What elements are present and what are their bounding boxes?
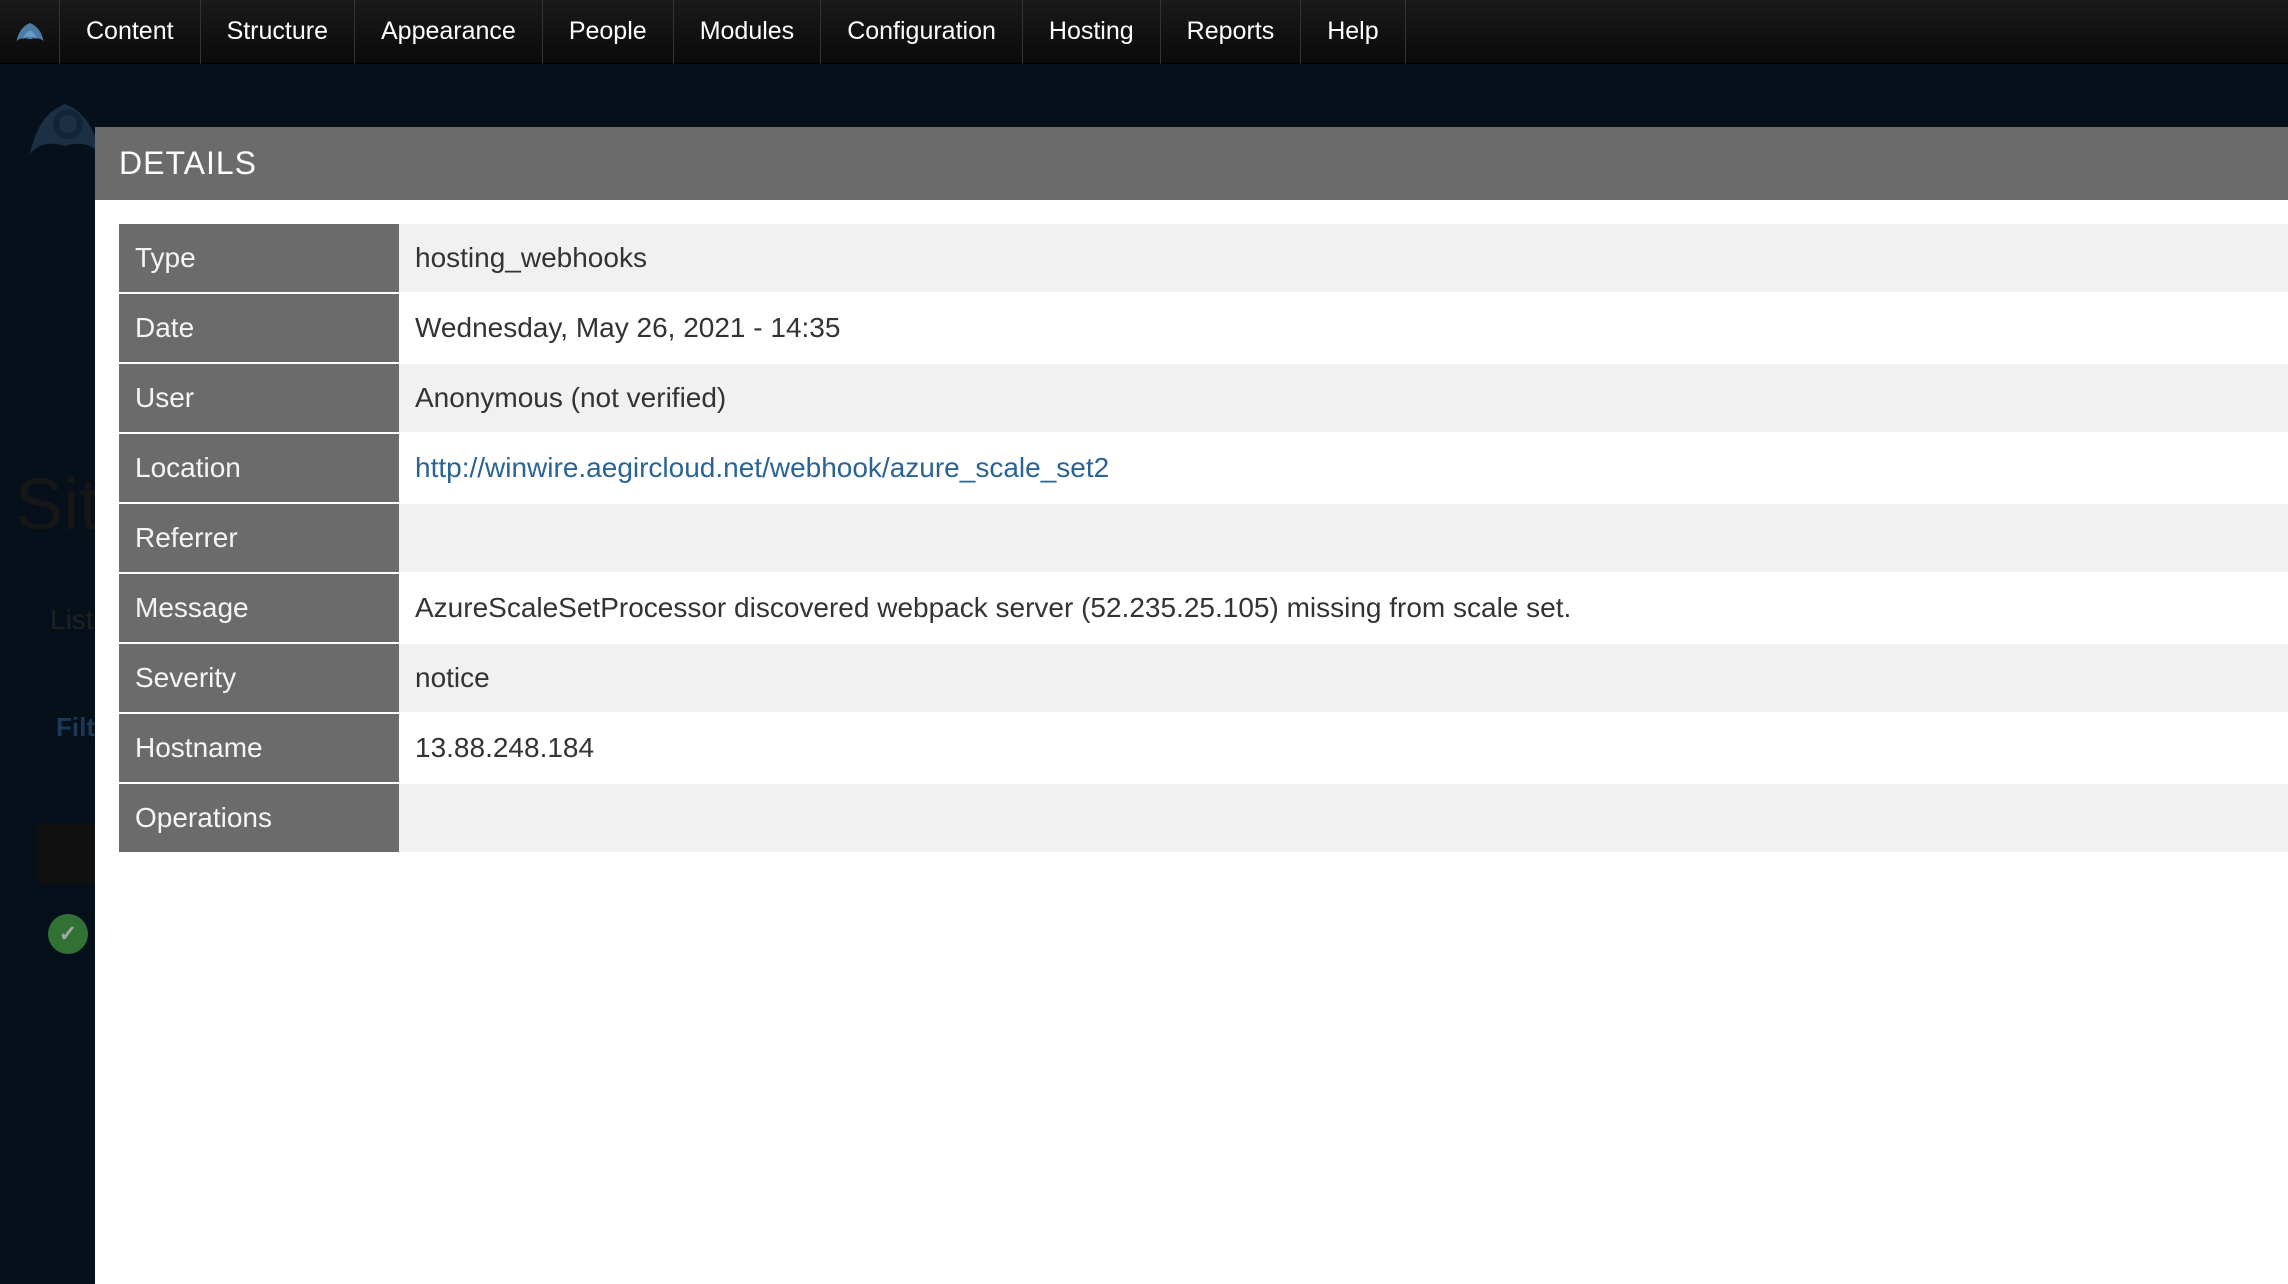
toolbar-item-modules[interactable]: Modules (674, 0, 822, 64)
details-table: Typehosting_webhooksDateWednesday, May 2… (119, 224, 2288, 854)
details-modal: DETAILS Typehosting_webhooksDateWednesda… (95, 127, 2288, 1284)
toolbar-logo-icon[interactable] (0, 0, 60, 64)
details-row-label: Message (119, 573, 399, 643)
details-row-value (399, 783, 2288, 853)
details-row-value: 13.88.248.184 (399, 713, 2288, 783)
details-header: DETAILS (95, 127, 2288, 200)
toolbar-item-structure[interactable]: Structure (201, 0, 355, 64)
toolbar-item-help[interactable]: Help (1301, 0, 1405, 64)
details-row-label: Type (119, 224, 399, 293)
details-body: Typehosting_webhooksDateWednesday, May 2… (95, 200, 2288, 1284)
toolbar-item-content[interactable]: Content (60, 0, 201, 64)
details-row: Typehosting_webhooks (119, 224, 2288, 293)
details-row-value: http://winwire.aegircloud.net/webhook/az… (399, 433, 2288, 503)
details-row-label: Hostname (119, 713, 399, 783)
details-row: Operations (119, 783, 2288, 853)
details-row: DateWednesday, May 26, 2021 - 14:35 (119, 293, 2288, 363)
details-row: Referrer (119, 503, 2288, 573)
details-row-label: Severity (119, 643, 399, 713)
details-row: Location http://winwire.aegircloud.net/we… (119, 433, 2288, 503)
admin-toolbar: Content Structure Appearance People Modu… (0, 0, 2288, 64)
aegir-logo-icon (12, 14, 48, 50)
details-row: MessageAzureScaleSetProcessor discovered… (119, 573, 2288, 643)
details-row-value: Wednesday, May 26, 2021 - 14:35 (399, 293, 2288, 363)
details-row: Severitynotice (119, 643, 2288, 713)
details-row-label: Referrer (119, 503, 399, 573)
toolbar-item-configuration[interactable]: Configuration (821, 0, 1023, 64)
toolbar-item-reports[interactable]: Reports (1161, 0, 1302, 64)
details-row-value: Anonymous (not verified) (399, 363, 2288, 433)
location-link[interactable]: http://winwire.aegircloud.net/webhook/az… (415, 452, 1109, 483)
toolbar-item-appearance[interactable]: Appearance (355, 0, 543, 64)
details-row: Hostname13.88.248.184 (119, 713, 2288, 783)
details-row: UserAnonymous (not verified) (119, 363, 2288, 433)
details-row-label: User (119, 363, 399, 433)
details-row-label: Date (119, 293, 399, 363)
toolbar-item-people[interactable]: People (543, 0, 674, 64)
details-row-value: AzureScaleSetProcessor discovered webpac… (399, 573, 2288, 643)
details-row-label: Operations (119, 783, 399, 853)
toolbar-item-hosting[interactable]: Hosting (1023, 0, 1161, 64)
details-row-label: Location (119, 433, 399, 503)
details-row-value: notice (399, 643, 2288, 713)
details-row-value (399, 503, 2288, 573)
details-row-value: hosting_webhooks (399, 224, 2288, 293)
